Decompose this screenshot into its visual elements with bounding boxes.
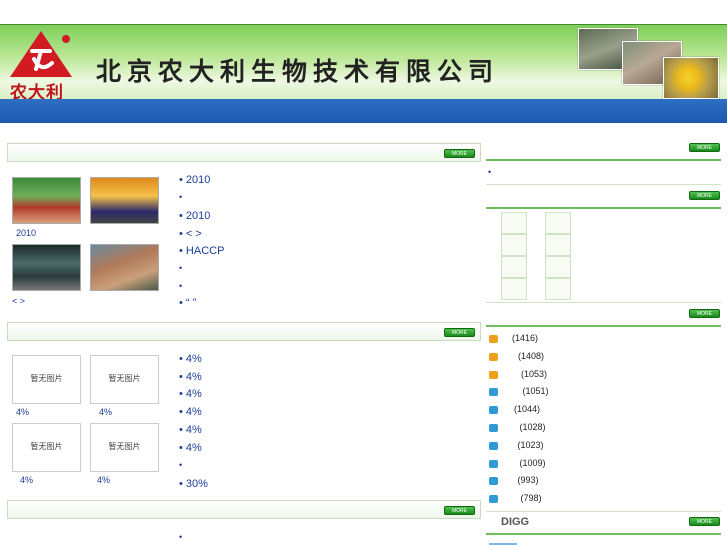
rank-count[interactable]: (1053) xyxy=(521,369,547,379)
list-item[interactable]: • < > xyxy=(179,228,202,240)
rank-icon xyxy=(489,370,498,379)
grid-cell[interactable] xyxy=(545,234,571,256)
rank-icon xyxy=(489,459,498,468)
product-caption[interactable]: 4% xyxy=(16,407,29,417)
news-photo-1[interactable] xyxy=(12,177,81,224)
list-item[interactable]: • xyxy=(179,460,182,470)
list-item[interactable]: • 4% xyxy=(179,406,202,418)
list-item[interactable]: • 4% xyxy=(179,371,202,383)
digg-more-button[interactable]: MORE xyxy=(689,517,720,526)
list-item[interactable]: • xyxy=(179,281,182,291)
product-image-placeholder[interactable]: 暂无图片 xyxy=(12,355,81,404)
list-item[interactable]: • 4% xyxy=(179,353,202,365)
rank-icon xyxy=(489,335,498,343)
rank-icon xyxy=(489,441,498,450)
company-logo-icon[interactable] xyxy=(8,29,74,79)
divider xyxy=(486,302,721,303)
photo-pager[interactable]: < > xyxy=(12,296,25,306)
rank-count[interactable]: (1416) xyxy=(512,333,538,343)
rank-count[interactable]: (1023) xyxy=(518,440,544,450)
product-image-placeholder[interactable]: 暂无图片 xyxy=(12,423,81,472)
grid-cell[interactable] xyxy=(501,256,527,278)
rank-icon xyxy=(489,477,498,486)
section1-header-bar: MORE xyxy=(7,143,481,162)
nav-bar xyxy=(0,99,727,123)
rank-icon xyxy=(489,352,498,361)
grid-cell[interactable] xyxy=(545,212,571,234)
news-photo-3[interactable] xyxy=(12,244,81,291)
product-caption[interactable]: 4% xyxy=(99,407,112,417)
digg-header: DIGG MORE xyxy=(486,512,721,535)
list-item[interactable]: • xyxy=(179,532,182,542)
grid-cell[interactable] xyxy=(501,234,527,256)
rank-icon xyxy=(489,406,498,415)
rank-icon xyxy=(489,495,498,504)
rank-count[interactable]: (798) xyxy=(521,493,542,503)
grid-cell[interactable] xyxy=(545,278,571,300)
grid-cell[interactable] xyxy=(545,256,571,278)
company-name: 北京农大利生物技术有限公司 xyxy=(96,57,500,86)
product-image-placeholder[interactable]: 暂无图片 xyxy=(90,423,159,472)
list-item[interactable]: • 4% xyxy=(179,442,202,454)
news-photo-4[interactable] xyxy=(90,244,159,291)
digg-title: DIGG xyxy=(501,516,530,528)
list-item[interactable]: • xyxy=(179,192,182,202)
section2-header-bar: MORE xyxy=(7,322,481,341)
news-photo-2[interactable] xyxy=(90,177,159,224)
list-item[interactable]: • 2010 xyxy=(179,174,210,186)
rank-count[interactable]: (1408) xyxy=(518,351,544,361)
product-caption[interactable]: 4% xyxy=(20,475,33,485)
rank-count[interactable]: (993) xyxy=(518,475,539,485)
header-photo-chick xyxy=(663,57,719,99)
section1-more-button[interactable]: MORE xyxy=(444,149,475,158)
rank-icon xyxy=(489,424,498,432)
grid-cell[interactable] xyxy=(501,212,527,234)
divider xyxy=(486,184,721,185)
right-block3-more-button[interactable]: MORE xyxy=(689,309,720,318)
list-item[interactable]: • “ ” xyxy=(179,297,196,309)
list-item[interactable]: • HACCP xyxy=(179,245,224,257)
right-block3-header: MORE xyxy=(486,304,721,327)
right-block2-header: MORE xyxy=(486,186,721,209)
right-block2-more-button[interactable]: MORE xyxy=(689,191,720,200)
list-item[interactable]: • xyxy=(179,263,182,273)
section3-header-bar: MORE xyxy=(7,500,481,519)
right-block1-header: MORE xyxy=(486,138,721,161)
section3-more-button[interactable]: MORE xyxy=(444,506,475,515)
rank-icon xyxy=(489,388,498,397)
list-item[interactable]: • 30% xyxy=(179,478,208,490)
section2-more-button[interactable]: MORE xyxy=(444,328,475,337)
site-header: 农大利 北京农大利生物技术有限公司 xyxy=(0,24,727,103)
list-item[interactable]: • 4% xyxy=(179,424,202,436)
list-item[interactable]: • 4% xyxy=(179,388,202,400)
right-block1-more-button[interactable]: MORE xyxy=(689,143,720,152)
list-item[interactable]: • 2010 xyxy=(179,210,210,222)
rank-count[interactable]: (1028) xyxy=(520,422,546,432)
rank-count[interactable]: (1044) xyxy=(514,404,540,414)
right-list-item[interactable]: • xyxy=(488,167,491,177)
product-caption[interactable]: 4% xyxy=(97,475,110,485)
photo-caption[interactable]: 2010 xyxy=(16,228,36,238)
rank-count[interactable]: (1051) xyxy=(523,386,549,396)
grid-cell[interactable] xyxy=(501,278,527,300)
product-image-placeholder[interactable]: 暂无图片 xyxy=(90,355,159,404)
rank-count[interactable]: (1009) xyxy=(520,458,546,468)
